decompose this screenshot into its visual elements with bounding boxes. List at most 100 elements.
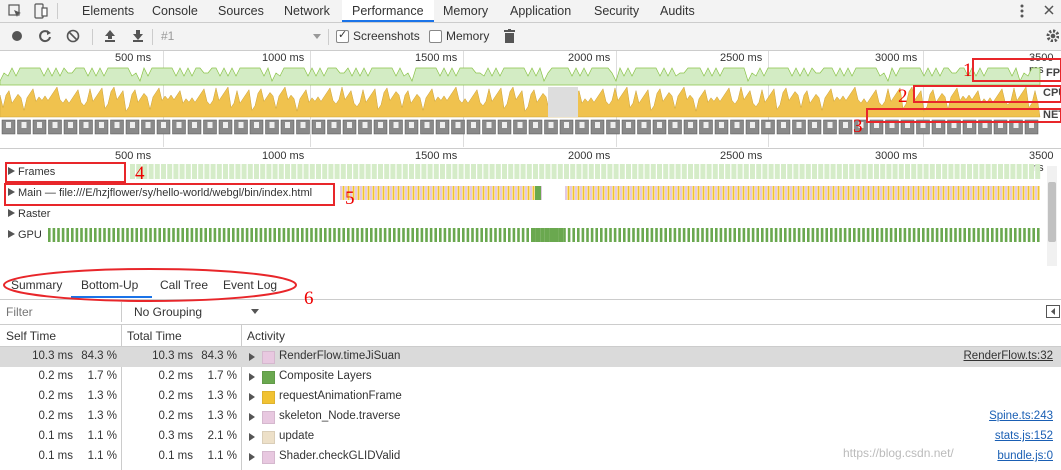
gpu-task-bar: [521, 228, 525, 242]
screenshot-thumbnail-detail: [37, 122, 42, 128]
main-thread-event: [945, 186, 947, 200]
expand-triangle-icon[interactable]: [8, 209, 15, 217]
frame-bar: [502, 164, 507, 179]
load-profile-icon[interactable]: [103, 29, 117, 43]
inspect-element-icon[interactable]: [8, 4, 22, 18]
tab-memory[interactable]: Memory: [443, 0, 488, 22]
gpu-task-bar: [135, 228, 138, 242]
main-thread-event: [912, 186, 915, 200]
expand-triangle-icon[interactable]: [249, 393, 255, 401]
tab-performance[interactable]: Performance: [342, 0, 434, 22]
settings-gear-icon[interactable]: [1045, 28, 1059, 42]
gpu-task-bar: [296, 228, 299, 242]
main-thread-event: [500, 186, 502, 200]
main-thread-event: [400, 186, 402, 200]
self-time-header[interactable]: Self Time: [6, 329, 56, 343]
raster-track[interactable]: Raster: [0, 204, 1061, 224]
filter-input[interactable]: [4, 303, 118, 321]
main-thread-event: [580, 186, 582, 200]
overview-tick-label: 1000 ms: [262, 52, 305, 64]
gpu-task-bar: [84, 228, 88, 242]
expand-triangle-icon[interactable]: [249, 453, 255, 461]
clear-icon[interactable]: [66, 29, 80, 43]
main-thread-event: [997, 186, 1000, 200]
main-thread-event: [952, 186, 955, 200]
expand-triangle-icon[interactable]: [249, 433, 255, 441]
main-thread-event: [360, 186, 362, 200]
table-row[interactable]: 0.1 ms 1.1 % 0.3 ms 2.1 % update stats.js:152: [0, 427, 1061, 447]
close-devtools-icon[interactable]: [1044, 5, 1054, 15]
expand-triangle-icon[interactable]: [8, 230, 15, 238]
expand-triangle-icon[interactable]: [249, 353, 255, 361]
main-thread-event: [1012, 186, 1015, 200]
frame-bar: [210, 164, 216, 179]
grouping-select[interactable]: No Grouping: [134, 305, 202, 319]
source-link[interactable]: bundle.js:0: [997, 450, 1053, 462]
frame-bar: [756, 164, 762, 179]
main-thread-event: [585, 186, 587, 200]
main-thread-event: [667, 186, 670, 200]
scrollbar-thumb[interactable]: [1048, 182, 1056, 242]
reload-record-icon[interactable]: [38, 29, 52, 43]
record-icon[interactable]: [10, 29, 24, 43]
screenshot-thumbnail-detail: [765, 122, 771, 128]
main-thread-event: [922, 186, 925, 200]
main-thread-event: [790, 186, 792, 200]
garbage-collect-icon[interactable]: [503, 29, 517, 43]
main-thread-event: [432, 186, 435, 200]
total-time-header[interactable]: Total Time: [127, 329, 182, 343]
table-row[interactable]: 0.2 ms 1.3 % 0.2 ms 1.3 % requestAnimationFr…: [0, 387, 1061, 407]
screenshot-thumbnail-detail: [734, 122, 740, 128]
frame-bar: [427, 164, 433, 179]
tab-application[interactable]: Application: [510, 0, 571, 22]
screenshot-thumbnail-detail: [424, 122, 430, 128]
main-thread-event: [840, 186, 842, 200]
main-thread-event: [372, 186, 375, 200]
main-thread-event: [970, 186, 972, 200]
frames-track[interactable]: Frames: [0, 162, 1061, 182]
main-thread-event: [525, 186, 527, 200]
overview-tick-label: 1500 ms: [415, 52, 458, 64]
main-thread-event: [502, 186, 505, 200]
main-thread-event: [457, 186, 460, 200]
screenshots-checkbox[interactable]: [336, 28, 349, 43]
main-thread-event: [492, 186, 495, 200]
source-link[interactable]: stats.js:152: [995, 430, 1053, 442]
tab-audits[interactable]: Audits: [660, 0, 695, 22]
memory-checkbox[interactable]: [429, 30, 442, 43]
screenshot-thumbnail-detail: [827, 122, 833, 128]
expand-triangle-icon[interactable]: [249, 373, 255, 381]
tab-console[interactable]: Console: [152, 0, 198, 22]
screenshot-thumbnail-detail: [393, 122, 399, 128]
gpu-task-bar: [448, 228, 451, 242]
gpu-task-bar: [554, 228, 559, 242]
save-profile-icon[interactable]: [131, 29, 145, 43]
screenshot-thumbnail-detail: [781, 122, 786, 128]
screenshot-thumbnail-detail: [502, 122, 507, 128]
more-options-icon[interactable]: [1020, 4, 1024, 18]
table-row[interactable]: 0.2 ms 1.3 % 0.2 ms 1.3 % skeleton_Node.trav…: [0, 407, 1061, 427]
main-thread-event: [405, 186, 407, 200]
tab-network[interactable]: Network: [284, 0, 330, 22]
activity-header[interactable]: Activity: [247, 329, 285, 343]
source-link[interactable]: RenderFlow.ts:32: [964, 350, 1054, 362]
gpu-track[interactable]: GPU: [0, 225, 1061, 245]
main-thread-event: [1032, 186, 1035, 200]
profile-select[interactable]: #1: [159, 29, 324, 45]
device-toolbar-icon[interactable]: [34, 3, 48, 19]
gpu-task-bar: [802, 228, 805, 242]
tab-security[interactable]: Security: [594, 0, 639, 22]
chevron-down-icon[interactable]: [251, 309, 259, 315]
tab-separator: [57, 3, 58, 19]
gpu-task-bar: [80, 228, 83, 242]
self-time-percent: 1.1 %: [87, 450, 117, 462]
source-link[interactable]: Spine.ts:243: [989, 410, 1053, 422]
table-row[interactable]: 10.3 ms 84.3 % 10.3 ms 84.3 % RenderFlow.tim…: [0, 347, 1061, 367]
expand-triangle-icon[interactable]: [249, 413, 255, 421]
toggle-sidebar-icon[interactable]: [1046, 305, 1060, 318]
tab-elements[interactable]: Elements: [82, 0, 134, 22]
timeline-scrollbar[interactable]: [1047, 166, 1057, 266]
self-time-ms: 0.1 ms: [38, 450, 73, 462]
tab-sources[interactable]: Sources: [218, 0, 264, 22]
table-row[interactable]: 0.2 ms 1.7 % 0.2 ms 1.7 % Composite Layers: [0, 367, 1061, 387]
